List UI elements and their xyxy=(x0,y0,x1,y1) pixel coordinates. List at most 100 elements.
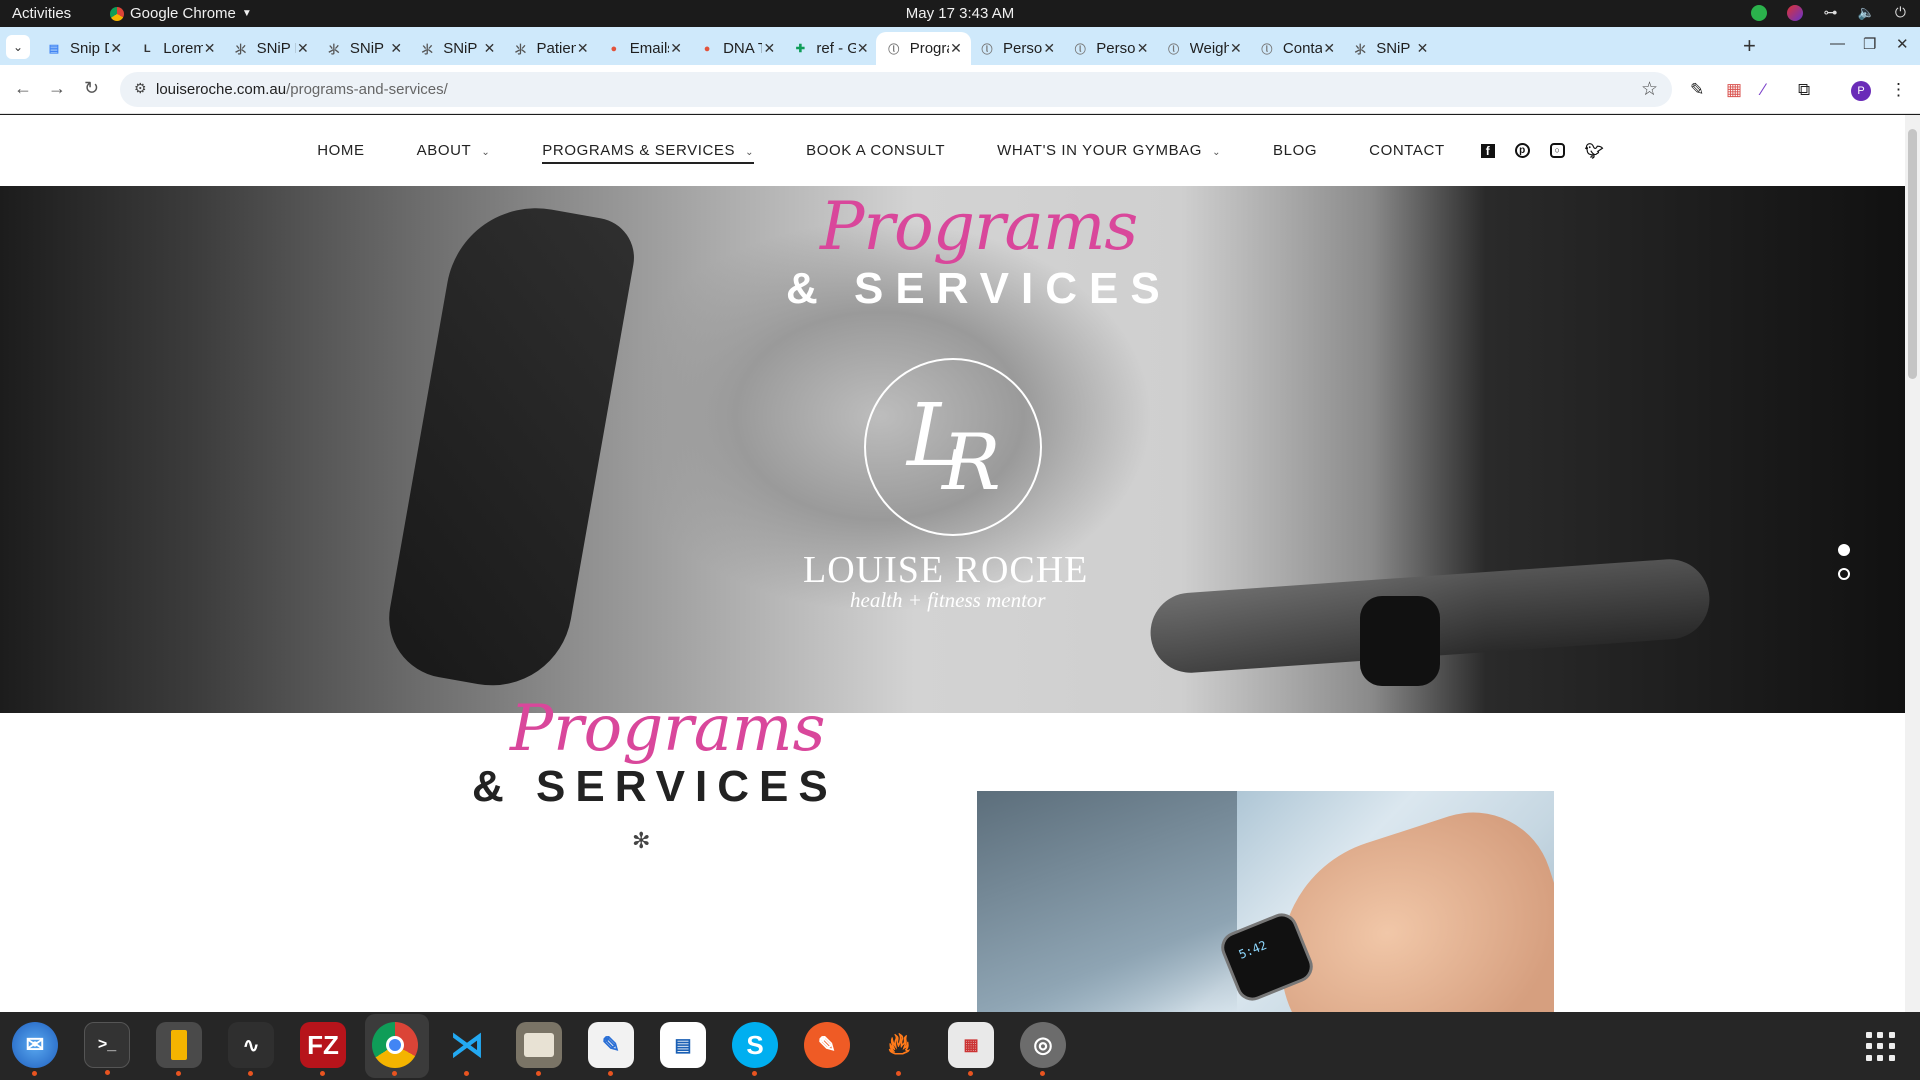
extension-tray-icon[interactable] xyxy=(1787,4,1804,21)
close-window-button[interactable]: ✕ xyxy=(1896,35,1909,53)
pen-extension-icon[interactable]: ⁄ xyxy=(1762,80,1765,100)
address-bar[interactable]: ⚙ louiseroche.com.au/programs-and-servic… xyxy=(120,72,1672,107)
postman-icon[interactable]: ✎ xyxy=(804,1022,850,1068)
filezilla-icon[interactable]: FZ xyxy=(300,1022,346,1076)
power-icon[interactable]: ⏻ xyxy=(1895,4,1906,21)
tab-close-icon[interactable]: ✕ xyxy=(1042,40,1056,57)
tab-10[interactable]: ⓛ Progra✕ xyxy=(875,32,971,65)
flame-app-icon[interactable]: 🔥︎ xyxy=(876,1022,922,1076)
scrollbar-thumb[interactable] xyxy=(1908,129,1917,379)
snip-icon: ⺢ xyxy=(1354,43,1366,56)
slider-dot-1[interactable] xyxy=(1838,544,1850,556)
nav-contact[interactable]: CONTACT xyxy=(1369,142,1445,159)
pinterest-icon[interactable]: p xyxy=(1514,143,1530,158)
minimize-button[interactable]: — xyxy=(1830,35,1845,52)
eyedropper-extension-icon[interactable]: ✎ xyxy=(1690,80,1704,100)
thunderbird-icon[interactable]: ✉ xyxy=(12,1022,58,1076)
nav-home-label: HOME xyxy=(317,142,365,159)
nav-programs-services[interactable]: PROGRAMS & SERVICES ⌄ xyxy=(542,142,755,164)
back-icon[interactable]: ← xyxy=(14,78,32,99)
skype-icon[interactable]: S xyxy=(732,1022,778,1076)
tab-12[interactable]: ⓛ Persor✕ xyxy=(1062,32,1157,65)
snip-icon: ⺢ xyxy=(421,43,433,56)
facebook-icon[interactable]: f xyxy=(1480,143,1495,158)
tab-3[interactable]: ⺢ SNiP N✕ xyxy=(223,32,318,65)
libreoffice-writer-icon[interactable]: ▤ xyxy=(660,1022,706,1068)
nav-blog[interactable]: BLOG xyxy=(1273,142,1317,159)
tab-title: ref - G xyxy=(816,40,856,57)
tab-8[interactable]: ● DNA T✕ xyxy=(689,32,784,65)
tab-close-icon[interactable]: ✕ xyxy=(576,40,590,57)
system-monitor-icon[interactable]: ∿ xyxy=(228,1022,274,1076)
page-scrollbar[interactable] xyxy=(1905,115,1920,1012)
chrome-menu-icon[interactable]: ⋮ xyxy=(1890,80,1907,100)
tab-close-icon[interactable]: ✕ xyxy=(109,40,123,57)
brand-name: LOUISE ROCHE xyxy=(803,549,1089,591)
tab-close-icon[interactable]: ✕ xyxy=(1415,40,1429,57)
tab-close-icon[interactable]: ✕ xyxy=(1322,40,1336,57)
files-icon[interactable] xyxy=(516,1022,562,1076)
tab-close-icon[interactable]: ✕ xyxy=(296,40,310,57)
tab-9[interactable]: ✚ ref - G ✕ xyxy=(782,32,877,65)
profile-avatar[interactable]: P xyxy=(1851,81,1871,101)
forward-icon[interactable]: → xyxy=(48,78,66,99)
nav-about[interactable]: ABOUT ⌄ xyxy=(417,142,491,159)
tab-11[interactable]: ⓛ Persor✕ xyxy=(969,32,1064,65)
nav-home[interactable]: HOME xyxy=(317,142,364,159)
clock[interactable]: May 17 3:43 AM xyxy=(0,5,1920,22)
vscode-icon[interactable]: ⋊ xyxy=(444,1022,490,1076)
calendar-extension-icon[interactable]: ▦ xyxy=(1726,80,1742,100)
tab-2[interactable]: L Lorem ✕ xyxy=(129,32,224,65)
tab-14[interactable]: ⓛ Conta ✕ xyxy=(1249,32,1344,65)
site-info-icon[interactable]: ⚙ xyxy=(134,80,147,97)
instagram-icon[interactable]: ○ xyxy=(1549,143,1565,158)
volume-icon[interactable]: 🔈 xyxy=(1857,4,1874,21)
slider-dot-2[interactable] xyxy=(1838,568,1850,580)
text-editor-icon[interactable]: ✎ xyxy=(588,1022,634,1076)
url-text[interactable]: louiseroche.com.au/programs-and-services… xyxy=(156,81,448,98)
document-viewer-icon[interactable]: ▦ xyxy=(948,1022,994,1076)
show-applications-button[interactable] xyxy=(1866,1032,1896,1062)
extensions-puzzle-icon[interactable]: ⧉ xyxy=(1798,80,1810,100)
tab-search-button[interactable]: ⌄ xyxy=(6,35,30,59)
network-icon[interactable]: ⊶ xyxy=(1823,4,1837,21)
site-navigation: HOME ABOUT ⌄ PROGRAMS & SERVICES ⌄ BOOK A … xyxy=(0,115,1905,186)
tab-close-icon[interactable]: ✕ xyxy=(1229,40,1243,57)
tab-1[interactable]: ▤ Snip D✕ xyxy=(36,32,131,65)
system-tray[interactable]: ⊶ 🔈 ⏻ xyxy=(1751,4,1906,21)
nav-book-consult[interactable]: BOOK A CONSULT xyxy=(806,142,945,159)
tab-close-icon[interactable]: ✕ xyxy=(203,40,217,57)
tab-title: SNiP N xyxy=(256,40,296,57)
reload-icon[interactable]: ↻ xyxy=(84,78,99,99)
tab-title: Persor xyxy=(1096,40,1136,57)
tab-title: Emails xyxy=(629,40,669,57)
bookmark-star-icon[interactable]: ☆ xyxy=(1641,78,1658,101)
maximize-button[interactable]: ❐ xyxy=(1863,35,1876,53)
disks-icon[interactable]: ◎ xyxy=(1020,1022,1066,1076)
tab-close-icon[interactable]: ✕ xyxy=(949,40,963,57)
tab-close-icon[interactable]: ✕ xyxy=(389,40,403,57)
tab-4[interactable]: ⺢ SNiP N✕ xyxy=(316,32,411,65)
tab-close-icon[interactable]: ✕ xyxy=(1136,40,1150,57)
tab-6[interactable]: ⺢ Patien ✕ xyxy=(503,32,598,65)
tab-5[interactable]: ⺢ SNiP N✕ xyxy=(409,32,504,65)
tab-13[interactable]: ⓛ Weigh ✕ xyxy=(1156,32,1251,65)
tab-close-icon[interactable]: ✕ xyxy=(482,40,496,57)
nav-gymbag[interactable]: WHAT'S IN YOUR GYMBAG ⌄ xyxy=(997,142,1221,159)
new-tab-button[interactable]: + xyxy=(1743,33,1756,59)
tab-close-icon[interactable]: ✕ xyxy=(762,40,776,57)
tab-close-icon[interactable]: ✕ xyxy=(669,40,683,57)
twitter-icon[interactable]: 🐦︎ xyxy=(1585,142,1604,160)
nav-contact-label: CONTACT xyxy=(1369,142,1445,159)
chrome-icon[interactable] xyxy=(372,1022,418,1076)
tab-15[interactable]: ⺢ SNiP N✕ xyxy=(1342,32,1437,65)
calculator-icon[interactable] xyxy=(156,1022,202,1076)
tab-7[interactable]: ● Emails✕ xyxy=(596,32,691,65)
tab-title: Conta xyxy=(1282,40,1323,57)
tab-close-icon[interactable]: ✕ xyxy=(856,40,870,57)
terminal-icon[interactable]: >_ xyxy=(84,1022,130,1075)
hero-photo-hair xyxy=(379,194,641,698)
photo-laptop xyxy=(977,791,1237,1012)
ff-icon: ● xyxy=(610,42,618,55)
update-icon[interactable] xyxy=(1751,4,1768,21)
